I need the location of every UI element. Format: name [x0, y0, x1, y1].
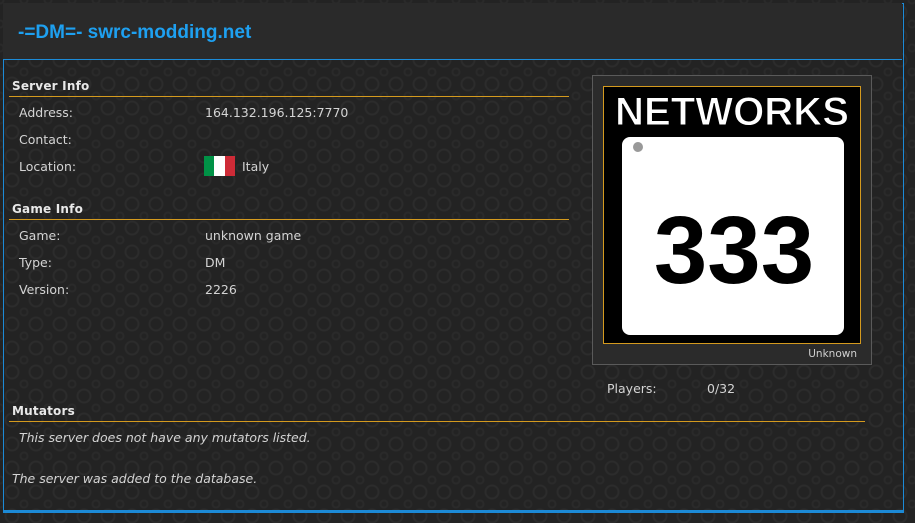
version-label: Version:: [19, 282, 70, 297]
server-info-heading: Server Info: [12, 79, 90, 93]
game-value: unknown game: [205, 228, 302, 243]
server-log-entry: The server was added to the database.: [12, 471, 258, 486]
mutators-heading: Mutators: [12, 404, 75, 418]
address-label: Address:: [19, 105, 73, 120]
game-info-divider: [9, 219, 569, 220]
game-label: Game:: [19, 228, 61, 243]
mutators-divider: [9, 421, 865, 422]
version-value: 2226: [205, 282, 237, 297]
map-caption: Unknown: [808, 348, 857, 360]
page-title: -=DM=- swrc-modding.net: [18, 22, 252, 43]
players-label: Players:: [607, 381, 657, 396]
address-value: 164.132.196.125:7770: [205, 105, 349, 120]
map-preview-image: NETWORKS 333: [603, 86, 861, 344]
type-label: Type:: [19, 255, 52, 270]
type-value: DM: [205, 255, 226, 270]
game-info-heading: Game Info: [12, 202, 84, 216]
players-value: 0/32: [707, 381, 736, 396]
contact-label: Contact:: [19, 132, 72, 147]
map-image-networks-text: NETWORKS: [615, 90, 849, 134]
italy-flag-icon: [204, 156, 235, 176]
map-preview-box: NETWORKS 333 Unknown: [592, 75, 872, 365]
server-info-divider: [9, 96, 569, 97]
map-thumbnail-graphic: NETWORKS 333: [604, 87, 860, 343]
location-label: Location:: [19, 159, 77, 174]
location-value: Italy: [242, 159, 270, 174]
page-header: -=DM=- swrc-modding.net: [3, 3, 902, 60]
map-image-number-text: 333: [654, 197, 814, 304]
mutators-empty-text: This server does not have any mutators l…: [19, 430, 311, 445]
